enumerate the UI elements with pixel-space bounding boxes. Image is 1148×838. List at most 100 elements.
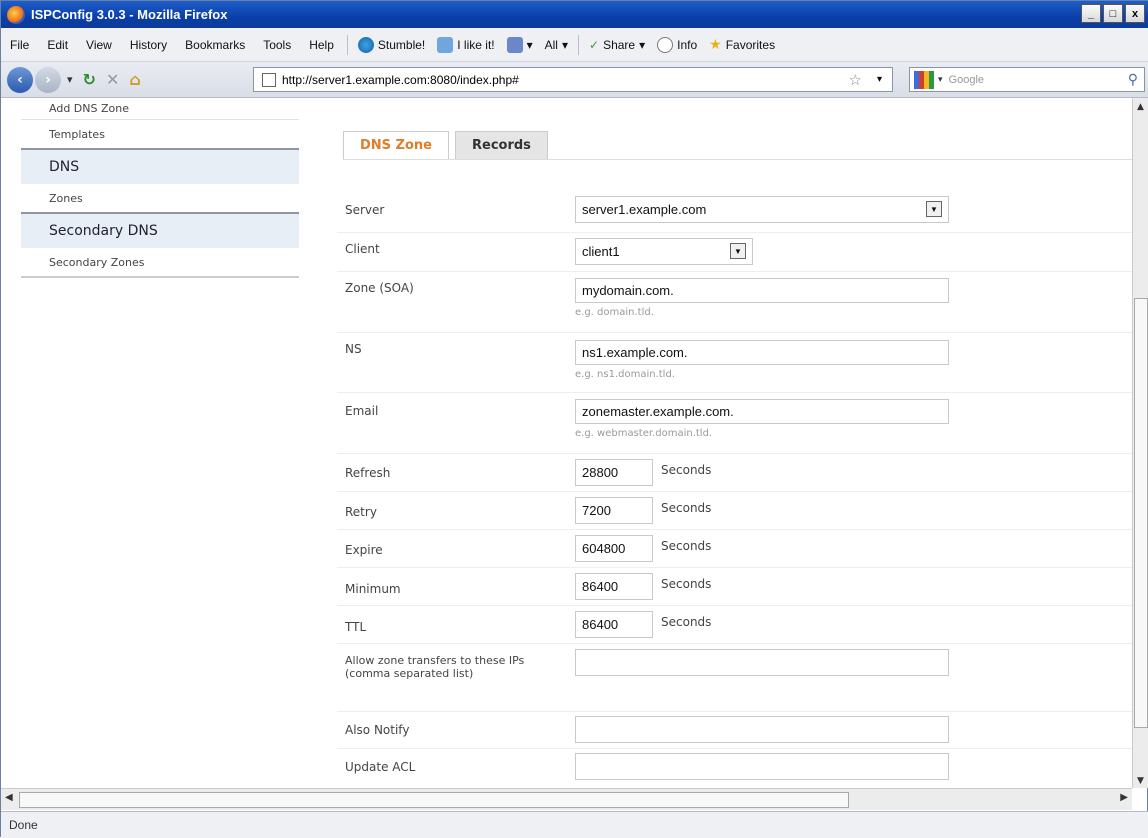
scroll-down-icon[interactable]: ▼ [1137,776,1144,786]
sidebar-item-secondary-zones[interactable]: Secondary Zones [21,248,299,278]
sidebar-item-templates[interactable]: Templates [21,120,299,148]
zone-input[interactable]: mydomain.com. [575,278,949,303]
url-dropdown-icon[interactable]: ▾ [877,74,882,85]
reload-icon[interactable]: ↻ [83,70,96,89]
like-button[interactable]: I like it! [431,36,500,53]
expire-input[interactable]: 604800 [575,535,653,562]
server-row: Server server1.example.com ▼ [337,191,1132,233]
history-dropdown-icon[interactable]: ▾ [67,73,73,86]
zone-transfer-input[interactable] [575,649,949,676]
vertical-scrollbar[interactable]: ▲ ▼ [1132,98,1148,788]
scroll-right-icon[interactable]: ▶ [1120,792,1128,803]
client-select[interactable]: client1 ▼ [575,238,753,265]
retry-row: Retry 7200 Seconds [337,492,1132,530]
refresh-unit: Seconds [661,463,712,477]
page-content: Add DNS Zone Templates DNS Zones Seconda… [1,98,1132,788]
sidebar: Add DNS Zone Templates DNS Zones Seconda… [21,98,299,278]
tab-records[interactable]: Records [455,131,548,159]
favorites-button[interactable]: ★ Favorites [703,36,781,53]
bookmark-star-icon[interactable]: ☆ [849,71,862,89]
search-box[interactable]: ▾ Google ⚲ [909,67,1145,92]
client-row: Client client1 ▼ [337,233,1132,272]
menu-edit[interactable]: Edit [38,38,77,52]
status-text: Done [9,818,38,832]
info-label: Info [677,37,698,52]
minimum-input[interactable]: 86400 [575,573,653,600]
back-button[interactable]: ‹ [7,66,33,93]
forward-button[interactable]: › [35,66,61,93]
minimum-label: Minimum [345,582,401,596]
all-label: All [544,37,558,52]
navigation-bar: ‹ › ▾ ↻ ✕ ⌂ http://server1.example.com:8… [1,62,1148,98]
menu-view[interactable]: View [77,38,121,52]
maximize-button[interactable]: □ [1103,4,1123,23]
minimize-button[interactable]: _ [1081,4,1101,23]
window-title: ISPConfig 3.0.3 - Mozilla Firefox [31,7,228,22]
star-icon: ★ [709,36,722,52]
stumble-label: Stumble! [377,37,426,52]
stumble-button[interactable]: Stumble! [352,36,431,53]
all-dropdown[interactable]: All ▾ [539,38,574,52]
dislike-button[interactable]: ▾ [501,36,539,53]
retry-input[interactable]: 7200 [575,497,653,524]
menu-history[interactable]: History [121,38,176,52]
share-button[interactable]: ✓ Share ▾ [583,38,651,52]
sidebar-item-zones[interactable]: Zones [21,184,299,212]
stop-icon[interactable]: ✕ [106,70,119,89]
like-label: I like it! [457,37,495,52]
stumble-icon [357,36,374,53]
menu-tools[interactable]: Tools [254,38,300,52]
horizontal-scrollbar[interactable]: ◀ ▶ [1,788,1132,810]
retry-label: Retry [345,505,377,519]
menu-help[interactable]: Help [300,38,343,52]
zone-label: Zone (SOA) [345,281,414,295]
tab-dns-zone[interactable]: DNS Zone [343,131,449,159]
close-button[interactable]: x [1125,4,1145,23]
tab-divider [343,159,1132,160]
url-bar[interactable]: http://server1.example.com:8080/index.ph… [253,67,893,92]
email-hint: e.g. webmaster.domain.tld. [575,428,713,439]
email-row: Email zonemaster.example.com. e.g. webma… [337,393,1132,454]
ns-hint: e.g. ns1.domain.tld. [575,369,675,380]
site-identity-icon[interactable] [262,72,276,87]
update-acl-row: Update ACL [337,749,1132,788]
retry-unit: Seconds [661,501,712,515]
chevron-down-icon: ▼ [926,201,942,217]
vertical-scroll-thumb[interactable] [1134,298,1148,728]
status-bar: Done [1,811,1148,838]
ns-label: NS [345,342,362,356]
also-notify-row: Also Notify [337,712,1132,749]
ttl-unit: Seconds [661,615,712,629]
ns-row: NS ns1.example.com. e.g. ns1.domain.tld. [337,333,1132,393]
scroll-up-icon[interactable]: ▲ [1137,102,1144,112]
url-text: http://server1.example.com:8080/index.ph… [282,72,519,87]
also-notify-label: Also Notify [345,723,410,737]
update-acl-input[interactable] [575,753,949,780]
scroll-left-icon[interactable]: ◀ [5,792,13,803]
magnifier-icon[interactable]: ⚲ [1128,71,1138,88]
ns-input[interactable]: ns1.example.com. [575,340,949,365]
menu-bookmarks[interactable]: Bookmarks [176,38,254,52]
search-placeholder: Google [948,73,985,86]
sidebar-item-add-dns-zone[interactable]: Add DNS Zone [21,98,299,120]
sidebar-section-secondary-dns: Secondary DNS [21,212,299,248]
search-engine-dropdown-icon[interactable]: ▾ [938,74,943,85]
horizontal-scroll-thumb[interactable] [19,792,849,808]
chevron-down-icon: ▼ [730,243,746,259]
home-icon[interactable]: ⌂ [129,70,140,89]
ttl-input[interactable]: 86400 [575,611,653,638]
toolbar-separator [578,34,580,55]
email-input[interactable]: zonemaster.example.com. [575,399,949,424]
refresh-input[interactable]: 28800 [575,459,653,486]
favorites-label: Favorites [725,37,776,52]
also-notify-input[interactable] [575,716,949,743]
server-label: Server [345,203,385,217]
google-icon[interactable] [914,70,934,89]
info-button[interactable]: Info [651,36,703,53]
minimum-row: Minimum 86400 Seconds [337,568,1132,606]
title-bar: ISPConfig 3.0.3 - Mozilla Firefox _ □ x [1,1,1148,28]
ttl-label: TTL [345,620,367,634]
server-select[interactable]: server1.example.com ▼ [575,196,949,223]
share-icon: ✓ [589,37,600,52]
menu-file[interactable]: File [1,38,38,52]
